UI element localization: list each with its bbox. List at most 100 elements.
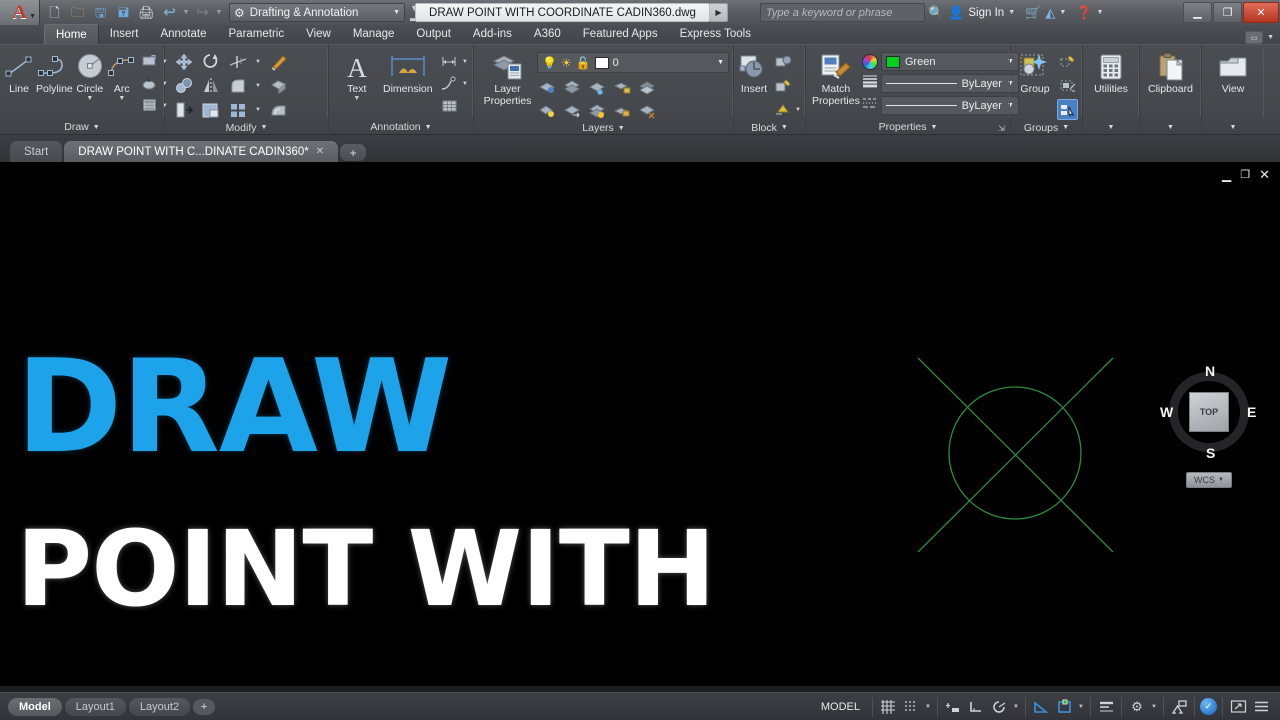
layer-match-icon[interactable]	[537, 76, 558, 97]
layout-tab-layout2[interactable]: Layout2	[128, 697, 191, 716]
table-icon[interactable]	[439, 95, 460, 116]
object-snap-icon[interactable]	[1054, 698, 1074, 716]
copy-icon[interactable]	[173, 75, 194, 96]
chevron-down-icon[interactable]: ▼	[254, 59, 262, 65]
ribbon-tab-view[interactable]: View	[295, 24, 342, 44]
cart-icon[interactable]: 🛒	[1025, 5, 1041, 21]
chevron-down-icon[interactable]: ▼	[461, 59, 469, 65]
object-color-selector[interactable]: Green ▼	[880, 52, 1019, 71]
chevron-down-icon[interactable]: ▼	[794, 107, 802, 113]
maximize-icon[interactable]: ❐	[1240, 170, 1250, 181]
match-properties-button[interactable]: Match Properties	[812, 48, 860, 107]
chevron-down-icon[interactable]: ▼	[254, 83, 262, 89]
snap-mode-icon[interactable]	[901, 698, 921, 716]
view-cube-top-face[interactable]: TOP	[1189, 392, 1229, 432]
layer-previous-icon[interactable]	[562, 76, 583, 97]
layout-tab-model[interactable]: Model	[8, 697, 62, 716]
autodesk-icon[interactable]: ◭	[1045, 5, 1055, 21]
mirror-icon[interactable]	[200, 75, 221, 96]
group-button[interactable]: Group	[1015, 48, 1055, 95]
create-block-icon[interactable]	[772, 51, 793, 72]
panel-annotation-title[interactable]: Annotation ▼	[329, 119, 473, 135]
view-cube-north[interactable]: N	[1205, 363, 1215, 379]
layer-freeze-icon[interactable]	[587, 76, 608, 97]
draw-arc-button[interactable]: Arc ▼	[107, 48, 137, 102]
document-title-dropdown[interactable]: ▶	[710, 3, 728, 22]
hamburger-menu-icon[interactable]	[1251, 698, 1271, 716]
close-icon[interactable]: ✕	[1259, 168, 1270, 181]
layer-merge-icon[interactable]	[562, 100, 583, 121]
plot-icon[interactable]: 🖨	[136, 2, 157, 23]
undo-icon[interactable]: ↩	[159, 2, 180, 23]
chevron-down-icon[interactable]: ▼	[717, 59, 724, 66]
chevron-down-icon[interactable]: ▼	[461, 81, 469, 87]
hatch-icon[interactable]	[139, 95, 160, 116]
annotation-dimension-button[interactable]: Dimension	[379, 48, 437, 95]
ribbon-tab-home[interactable]: Home	[44, 24, 99, 44]
ribbon-tab-featured-apps[interactable]: Featured Apps	[572, 24, 669, 44]
group-selection-on-icon[interactable]	[1057, 99, 1078, 120]
panel-modify-title[interactable]: Modify ▼	[165, 120, 328, 135]
draw-polyline-button[interactable]: Polyline	[36, 48, 73, 95]
erase-icon[interactable]	[268, 51, 289, 72]
sun-icon[interactable]: ☀	[561, 56, 572, 70]
layer-lock-icon[interactable]	[612, 76, 633, 97]
ribbon-tab-output[interactable]: Output	[405, 24, 462, 44]
rectangle-icon[interactable]	[139, 51, 160, 72]
scale-icon[interactable]	[200, 99, 221, 120]
view-button[interactable]: View	[1210, 48, 1256, 95]
drawing-canvas[interactable]: ▁ ❐ ✕ DRAW POINT WITH COORDINATES TOP N …	[0, 162, 1280, 692]
ungroup-icon[interactable]	[1057, 51, 1078, 72]
polar-tracking-icon[interactable]	[989, 698, 1009, 716]
linetype-icon[interactable]	[862, 96, 878, 115]
move-icon[interactable]	[173, 51, 194, 72]
fullscreen-icon[interactable]	[1228, 698, 1248, 716]
chevron-down-icon[interactable]: ▼	[86, 95, 93, 102]
dim-linear-icon[interactable]	[439, 51, 460, 72]
close-button[interactable]: ✕	[1243, 2, 1279, 23]
chevron-down-icon[interactable]: ▼	[1150, 704, 1158, 710]
panel-block-title[interactable]: Block ▼	[734, 120, 805, 135]
minimize-icon[interactable]: ▁	[1222, 169, 1231, 181]
lineweight-icon[interactable]	[862, 74, 878, 93]
utilities-button[interactable]: Utilities	[1088, 48, 1134, 95]
search-icon[interactable]: 🔍	[928, 5, 944, 21]
panel-layers-title[interactable]: Layers ▼	[474, 121, 733, 135]
draw-line-button[interactable]: Line	[4, 48, 34, 95]
offset-icon[interactable]	[268, 99, 289, 120]
view-cube-west[interactable]: W	[1160, 404, 1173, 420]
panel-properties-title[interactable]: Properties ▼ ⇲	[806, 119, 1010, 135]
minimize-button[interactable]: ▁	[1183, 2, 1212, 23]
clipboard-button[interactable]: Clipboard	[1144, 48, 1197, 95]
insert-block-button[interactable]: Insert	[738, 48, 770, 95]
ribbon-minimize-icon[interactable]: ▭	[1245, 31, 1264, 44]
group-edit-icon[interactable]	[1057, 75, 1078, 96]
save-as-icon[interactable]: 🖬	[113, 2, 134, 23]
chevron-down-icon[interactable]: ▼	[254, 107, 262, 113]
annotation-scale-icon[interactable]	[1169, 698, 1189, 716]
lineweight-selector[interactable]: ByLayer ▼	[880, 74, 1019, 93]
layer-color-swatch-icon[interactable]	[594, 56, 609, 69]
customization-gear-icon[interactable]: ⚙	[1127, 698, 1147, 716]
layer-unlock-icon[interactable]	[612, 100, 633, 121]
redo-icon[interactable]: ↪	[192, 2, 213, 23]
layer-off-icon[interactable]	[587, 100, 608, 121]
infer-constraints-icon[interactable]	[943, 698, 963, 716]
open-icon[interactable]: 🗀	[67, 2, 88, 23]
ortho-mode-icon[interactable]	[966, 698, 986, 716]
wcs-selector[interactable]: WCS ▼	[1186, 472, 1232, 488]
workspace-switch-icon[interactable]: ✓	[1200, 698, 1217, 715]
ribbon-tab-annotate[interactable]: Annotate	[149, 24, 217, 44]
set-base-point-icon[interactable]	[772, 99, 793, 120]
undo-dropdown-icon[interactable]: ▼	[182, 9, 190, 16]
trim-icon[interactable]	[227, 51, 248, 72]
sign-in-button[interactable]: Sign In	[968, 7, 1004, 19]
ribbon-tab-express-tools[interactable]: Express Tools	[669, 24, 762, 44]
unlock-icon[interactable]: 🔓	[576, 56, 591, 70]
search-input[interactable]: Type a keyword or phrase	[760, 3, 925, 22]
help-dropdown-icon[interactable]: ▼	[1096, 9, 1103, 16]
file-tab-drawing[interactable]: DRAW POINT WITH C...DINATE CADIN360* ✕	[64, 141, 339, 162]
view-cube[interactable]: TOP N S W E	[1155, 358, 1263, 466]
explode-icon[interactable]	[268, 75, 289, 96]
lightbulb-icon[interactable]: 💡	[542, 56, 557, 70]
